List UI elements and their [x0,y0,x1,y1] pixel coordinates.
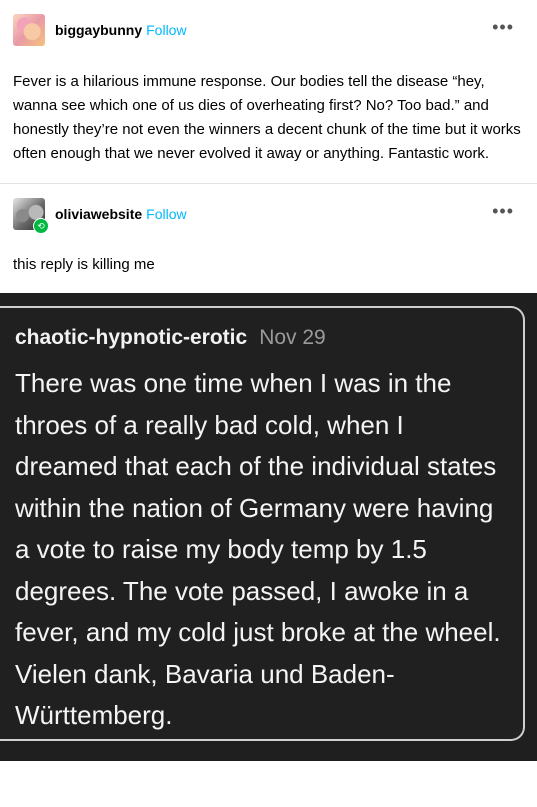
embedded-screenshot[interactable]: chaotic-hypnotic-erotic Nov 29 There was … [0,293,537,761]
embedded-comment-text: There was one time when I was in the thr… [15,368,501,730]
follow-button[interactable]: Follow [146,22,186,38]
post-text: this reply is killing me [13,256,155,273]
post-biggaybunny: biggaybunny Follow ••• Fever is a hilari… [0,0,537,183]
more-horizontal-icon[interactable]: ••• [492,18,514,38]
avatar[interactable]: ⟲ [13,198,49,234]
embedded-author: chaotic-hypnotic-erotic [15,326,248,349]
post-header: ⟲ oliviawebsite Follow ••• [0,184,537,244]
follow-button[interactable]: Follow [146,206,186,222]
avatar[interactable] [13,14,45,46]
more-horizontal-icon[interactable]: ••• [492,202,514,222]
embedded-comment-header: chaotic-hypnotic-erotic Nov 29 [15,326,326,350]
embedded-comment-card: chaotic-hypnotic-erotic Nov 29 There was … [0,306,525,741]
reblog-icon: ⟲ [33,218,49,234]
post-header: biggaybunny Follow ••• [0,0,537,60]
post-oliviawebsite: ⟲ oliviawebsite Follow ••• this reply is… [0,184,537,293]
username[interactable]: biggaybunny [55,22,142,38]
embedded-date: Nov 29 [259,326,326,349]
post-text: Fever is a hilarious immune response. Ou… [13,73,521,162]
username[interactable]: oliviawebsite [55,206,142,222]
